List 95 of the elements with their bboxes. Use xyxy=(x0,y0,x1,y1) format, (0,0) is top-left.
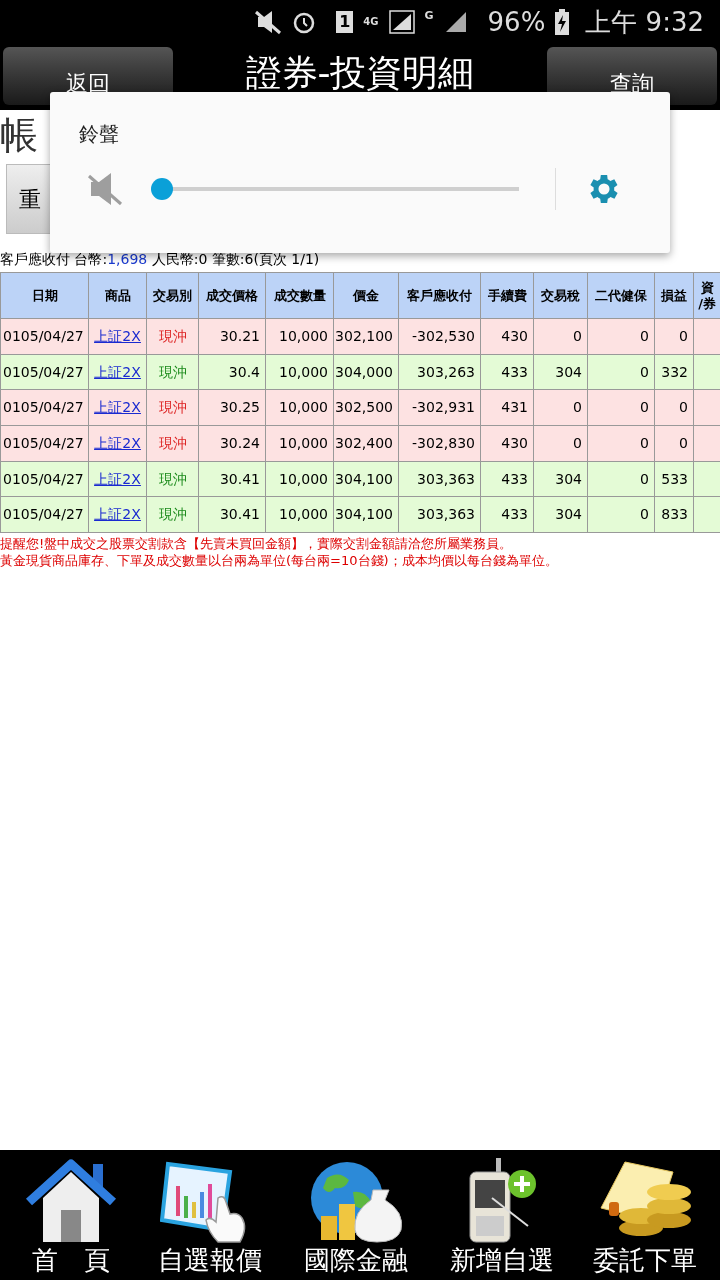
page-title: 證券-投資明細 xyxy=(245,55,475,91)
table-cell: 0105/04/27 xyxy=(0,389,89,426)
column-header: 交易別 xyxy=(146,272,199,319)
table-cell: -302,830 xyxy=(398,425,481,462)
table-cell: 0 xyxy=(587,354,655,390)
table-cell: 10,000 xyxy=(265,389,334,426)
table-cell: 現沖 xyxy=(146,318,199,355)
table-cell: 431 xyxy=(480,389,534,426)
table-cell: 430 xyxy=(480,425,534,462)
mute-icon xyxy=(254,9,283,35)
notice-text: 提醒您!盤中成交之股票交割款含【先賣未買回金額】，實際交割金額請洽您所屬業務員。 xyxy=(0,535,514,553)
popup-title: 鈴聲 xyxy=(79,124,119,144)
table-cell: 302,500 xyxy=(333,389,399,426)
table-cell: 0105/04/27 xyxy=(0,461,89,497)
table-cell: 0 xyxy=(587,425,655,462)
table-cell: 10,000 xyxy=(265,354,334,390)
table-cell: 30.21 xyxy=(198,318,266,355)
table-cell: -302,931 xyxy=(398,389,481,426)
column-header: 客戶應收付 xyxy=(398,272,481,319)
column-header: 成交價格 xyxy=(198,272,266,319)
column-header: 損益 xyxy=(654,272,694,319)
table-cell: 0 xyxy=(654,318,694,355)
table-cell: 533 xyxy=(654,461,694,497)
table-cell: 302,400 xyxy=(333,425,399,462)
table-cell: 10,000 xyxy=(265,318,334,355)
table-cell: 304,100 xyxy=(333,496,399,533)
clock-time: 上午 9:32 xyxy=(585,5,704,39)
table-cell: 0 xyxy=(587,496,655,533)
signal-icon xyxy=(388,10,415,34)
table-cell: 0 xyxy=(587,318,655,355)
network-label: 4G xyxy=(363,17,379,27)
slider-thumb[interactable] xyxy=(151,178,173,200)
sim-label: 1 xyxy=(336,11,354,33)
nav-item[interactable]: 新增自選 xyxy=(449,1158,554,1276)
table-cell: 304,000 xyxy=(333,354,399,390)
table-cell: 30.25 xyxy=(198,389,266,426)
network-label: G xyxy=(424,8,434,24)
summary-text: 客戶應收付 台幣:1,698 人民幣:0 筆數:6(頁次 1/1) xyxy=(0,250,321,268)
table-cell: 0105/04/27 xyxy=(0,318,89,355)
table-cell: 30.41 xyxy=(198,496,266,533)
table-cell: 303,363 xyxy=(398,461,481,497)
table-cell: 30.24 xyxy=(198,425,266,462)
table-cell: 433 xyxy=(480,354,534,390)
table-cell: 302,100 xyxy=(333,318,399,355)
nav-item[interactable]: 首 頁 xyxy=(23,1158,120,1276)
speaker-muted-icon[interactable] xyxy=(87,172,123,206)
alarm-icon xyxy=(292,10,317,34)
table-cell: 303,363 xyxy=(398,496,481,533)
table-cell: -302,530 xyxy=(398,318,481,355)
table-cell: 433 xyxy=(480,496,534,533)
table-cell: 303,263 xyxy=(398,354,481,390)
column-header: 成交數量 xyxy=(265,272,334,319)
table-cell: 0 xyxy=(533,318,588,355)
column-header: 資 /券 xyxy=(693,272,720,319)
table-cell: 10,000 xyxy=(265,461,334,497)
table-cell: 0105/04/27 xyxy=(0,496,89,533)
table-cell: 現沖 xyxy=(146,389,199,426)
column-header: 手續費 xyxy=(480,272,534,319)
table-cell: 現沖 xyxy=(146,425,199,462)
nav-item[interactable]: 委託下單 xyxy=(592,1158,697,1276)
table-cell: 10,000 xyxy=(265,425,334,462)
column-header: 日期 xyxy=(0,272,89,319)
table-cell: 0 xyxy=(533,389,588,426)
table-cell: 304 xyxy=(533,461,588,497)
table-cell: 0105/04/27 xyxy=(0,425,89,462)
notice-text: 黃金現貨商品庫存、下單及成交數量以台兩為單位(每台兩=10台錢)；成本均價以每台錢為單位。 xyxy=(0,552,559,570)
table-cell: 304,100 xyxy=(333,461,399,497)
table-cell: 304 xyxy=(533,496,588,533)
table-cell: 30.41 xyxy=(198,461,266,497)
table-cell: 0 xyxy=(587,389,655,426)
table-cell: 現沖 xyxy=(146,354,199,390)
table-cell: 833 xyxy=(654,496,694,533)
battery-percent: 96% xyxy=(487,5,546,39)
table-cell: 現沖 xyxy=(146,496,199,533)
nav-item[interactable]: 國際金融 xyxy=(301,1158,411,1276)
table-cell: 30.4 xyxy=(198,354,266,390)
column-header: 商品 xyxy=(88,272,147,319)
table-cell: 0 xyxy=(654,389,694,426)
table-cell: 304 xyxy=(533,354,588,390)
table-cell: 433 xyxy=(480,461,534,497)
column-header: 二代健保 xyxy=(587,272,655,319)
table-cell: 0 xyxy=(533,425,588,462)
table-cell: 0 xyxy=(587,461,655,497)
column-header: 交易稅 xyxy=(533,272,588,319)
table-cell: 10,000 xyxy=(265,496,334,533)
nav-item[interactable]: 自選報價 xyxy=(158,1158,263,1276)
table-cell: 332 xyxy=(654,354,694,390)
account-label: 帳 xyxy=(0,114,38,154)
volume-slider[interactable] xyxy=(151,178,519,200)
table-cell: 430 xyxy=(480,318,534,355)
column-header: 價金 xyxy=(333,272,399,319)
table-cell: 0105/04/27 xyxy=(0,354,89,390)
table-cell: 0 xyxy=(654,425,694,462)
table-cell: 現沖 xyxy=(146,461,199,497)
battery-charging-icon xyxy=(555,9,570,35)
